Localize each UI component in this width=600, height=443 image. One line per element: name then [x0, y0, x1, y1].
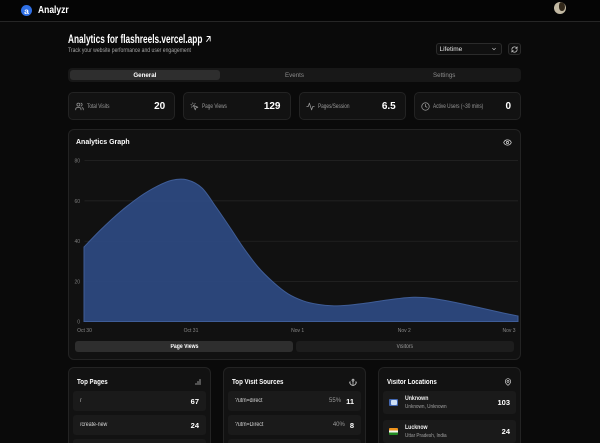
svg-text:60: 60	[74, 199, 80, 205]
svg-text:Oct 31: Oct 31	[184, 328, 199, 334]
svg-text:40: 40	[74, 239, 80, 245]
svg-text:80: 80	[74, 159, 80, 165]
svg-text:Nov 1: Nov 1	[291, 328, 304, 334]
svg-text:Oct 30: Oct 30	[77, 328, 92, 334]
svg-text:20: 20	[74, 280, 80, 286]
svg-text:Nov 3: Nov 3	[502, 328, 515, 334]
svg-text:0: 0	[77, 320, 80, 326]
svg-text:Nov 2: Nov 2	[398, 328, 411, 334]
